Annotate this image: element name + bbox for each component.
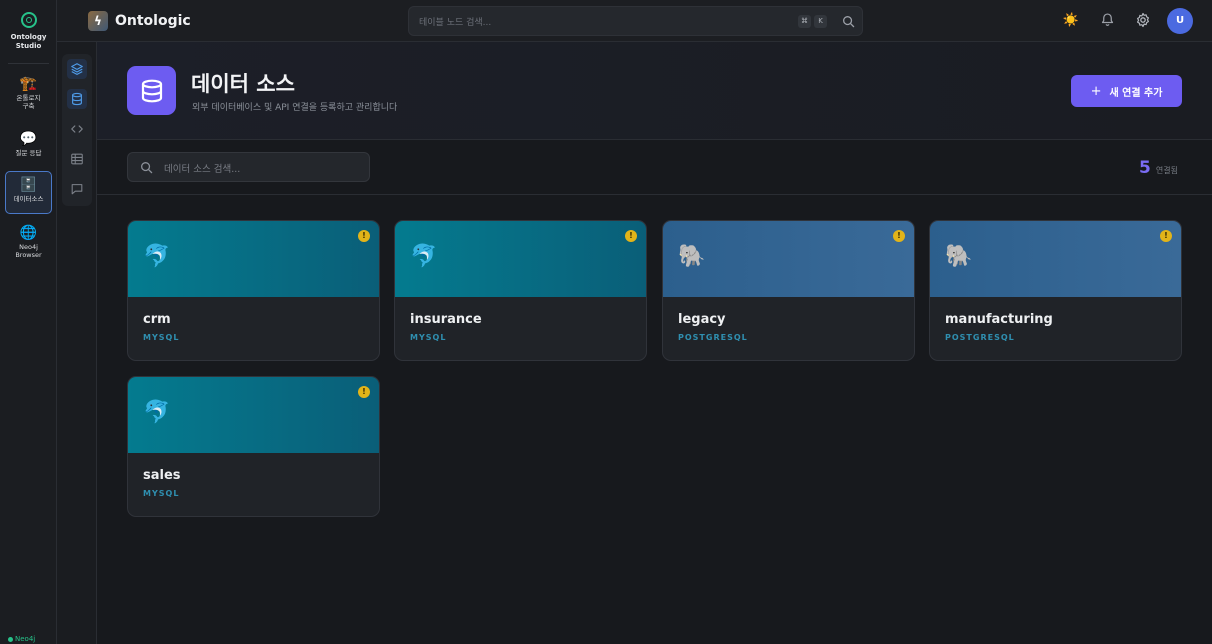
- datasource-type: MYSQL: [410, 333, 447, 342]
- rail-item-label: Neo4j Browser: [15, 243, 42, 259]
- search-icon: [141, 162, 153, 174]
- datasource-card-legacy[interactable]: 🐘 ! legacy POSTGRESQL: [662, 220, 915, 361]
- connection-count-unit: 연결됨: [1155, 166, 1178, 175]
- rail-item-neo4j-browser[interactable]: 🌐 Neo4j Browser: [5, 220, 52, 266]
- postgres-elephant-icon: 🐘: [945, 244, 973, 269]
- add-connection-label: 새 연결 추가: [1109, 87, 1163, 99]
- table-button[interactable]: [67, 149, 87, 169]
- datasource-search-input[interactable]: 데이터 소스 검색...: [127, 152, 370, 182]
- warning-icon: !: [625, 230, 637, 242]
- rail-item-qa[interactable]: 💬 질문 응답: [5, 126, 52, 166]
- mysql-dolphin-icon: 🐬: [143, 244, 171, 269]
- plus-icon: +: [1090, 83, 1102, 99]
- rail-item-label: 데이터소스: [13, 195, 44, 203]
- warning-icon: !: [1160, 230, 1172, 242]
- datasource-card-insurance[interactable]: 🐬 ! insurance MYSQL: [394, 220, 647, 361]
- neo4j-status-label: Neo4j: [15, 635, 36, 643]
- layers-icon: [71, 63, 83, 75]
- gear-icon[interactable]: [1134, 12, 1152, 30]
- chat-icon: [71, 184, 83, 195]
- rail-item-ontology-build[interactable]: 🏗️ 온톨로지 구축: [5, 71, 52, 117]
- app-logo[interactable]: Ontology Studio: [0, 12, 57, 51]
- app-rail: Ontology Studio 🏗️ 온톨로지 구축 💬 질문 응답 🗄️ 데이…: [0, 0, 57, 644]
- crane-icon: 🏗️: [19, 76, 38, 92]
- page-header: 데이터 소스 외부 데이터베이스 및 API 연결을 등록하고 관리합니다 + …: [97, 42, 1212, 140]
- datasource-type: POSTGRESQL: [678, 333, 748, 342]
- warning-icon: !: [358, 230, 370, 242]
- chat-button[interactable]: [67, 179, 87, 199]
- user-avatar[interactable]: U: [1167, 8, 1193, 34]
- page-title: 데이터 소스: [191, 72, 295, 96]
- rail-item-label: 질문 응답: [15, 149, 42, 157]
- datasource-type: MYSQL: [143, 489, 180, 498]
- warning-icon: !: [893, 230, 905, 242]
- brand-name: Ontologic: [115, 13, 191, 29]
- datasource-name: legacy: [678, 312, 726, 327]
- datasource-search-placeholder: 데이터 소스 검색...: [164, 164, 241, 175]
- connection-count-number: 5: [1139, 158, 1151, 178]
- lightning-icon: ϟ: [88, 11, 108, 31]
- datasource-card-sales[interactable]: 🐬 ! sales MYSQL: [127, 376, 380, 517]
- main-content: 데이터 소스 외부 데이터베이스 및 API 연결을 등록하고 관리합니다 + …: [97, 42, 1212, 644]
- kbd-k: K: [814, 15, 827, 28]
- top-header: ϟ Ontologic 테이블 노드 검색... ⌘ K ☀️ U: [57, 0, 1212, 42]
- code-icon: [71, 125, 83, 133]
- status-dot-icon: [8, 636, 13, 642]
- theme-toggle-sun-icon[interactable]: ☀️: [1062, 12, 1080, 30]
- neo4j-status: Neo4j: [8, 635, 35, 643]
- bell-icon[interactable]: [1098, 12, 1116, 30]
- table-icon: [71, 153, 83, 165]
- connection-count: 5 연결됨: [1139, 158, 1178, 178]
- datasource-name: insurance: [410, 312, 482, 327]
- speech-bubble-icon: 💬: [19, 131, 38, 147]
- layers-button[interactable]: [67, 59, 87, 79]
- search-icon[interactable]: [842, 15, 855, 28]
- code-button[interactable]: [67, 119, 87, 139]
- app-logo-title: Ontology Studio: [10, 33, 47, 50]
- mysql-dolphin-icon: 🐬: [410, 244, 438, 269]
- secondary-toolbar-group: [62, 54, 92, 206]
- globe-icon: 🌐: [19, 225, 38, 241]
- secondary-toolbar: [57, 42, 97, 644]
- rail-divider: [8, 63, 49, 64]
- ontology-logo-icon: [20, 12, 37, 28]
- warning-icon: !: [358, 386, 370, 398]
- datasource-card-manufacturing[interactable]: 🐘 ! manufacturing POSTGRESQL: [929, 220, 1182, 361]
- global-search-placeholder: 테이블 노드 검색...: [419, 18, 492, 28]
- datasource-type: POSTGRESQL: [945, 333, 1015, 342]
- mysql-dolphin-icon: 🐬: [143, 400, 171, 425]
- database-button[interactable]: [67, 89, 87, 109]
- kbd-cmd: ⌘: [798, 15, 811, 28]
- postgres-elephant-icon: 🐘: [678, 244, 706, 269]
- datasource-card-crm[interactable]: 🐬 ! crm MYSQL: [127, 220, 380, 361]
- rail-item-datasource[interactable]: 🗄️ 데이터소스: [5, 171, 52, 214]
- global-search-input[interactable]: 테이블 노드 검색... ⌘ K: [408, 6, 863, 36]
- file-cabinet-icon: 🗄️: [19, 177, 38, 193]
- list-toolbar: 데이터 소스 검색... 5 연결됨: [97, 140, 1212, 195]
- page-subtitle: 외부 데이터베이스 및 API 연결을 등록하고 관리합니다: [192, 103, 398, 113]
- add-connection-button[interactable]: + 새 연결 추가: [1071, 75, 1182, 107]
- datasource-type: MYSQL: [143, 333, 180, 342]
- datasource-name: sales: [143, 468, 181, 483]
- brand[interactable]: ϟ Ontologic: [88, 11, 191, 31]
- database-icon: [127, 66, 176, 115]
- database-icon: [72, 92, 82, 106]
- rail-item-label: 온톨로지 구축: [16, 94, 41, 110]
- datasource-name: crm: [143, 312, 171, 327]
- datasource-name: manufacturing: [945, 312, 1053, 327]
